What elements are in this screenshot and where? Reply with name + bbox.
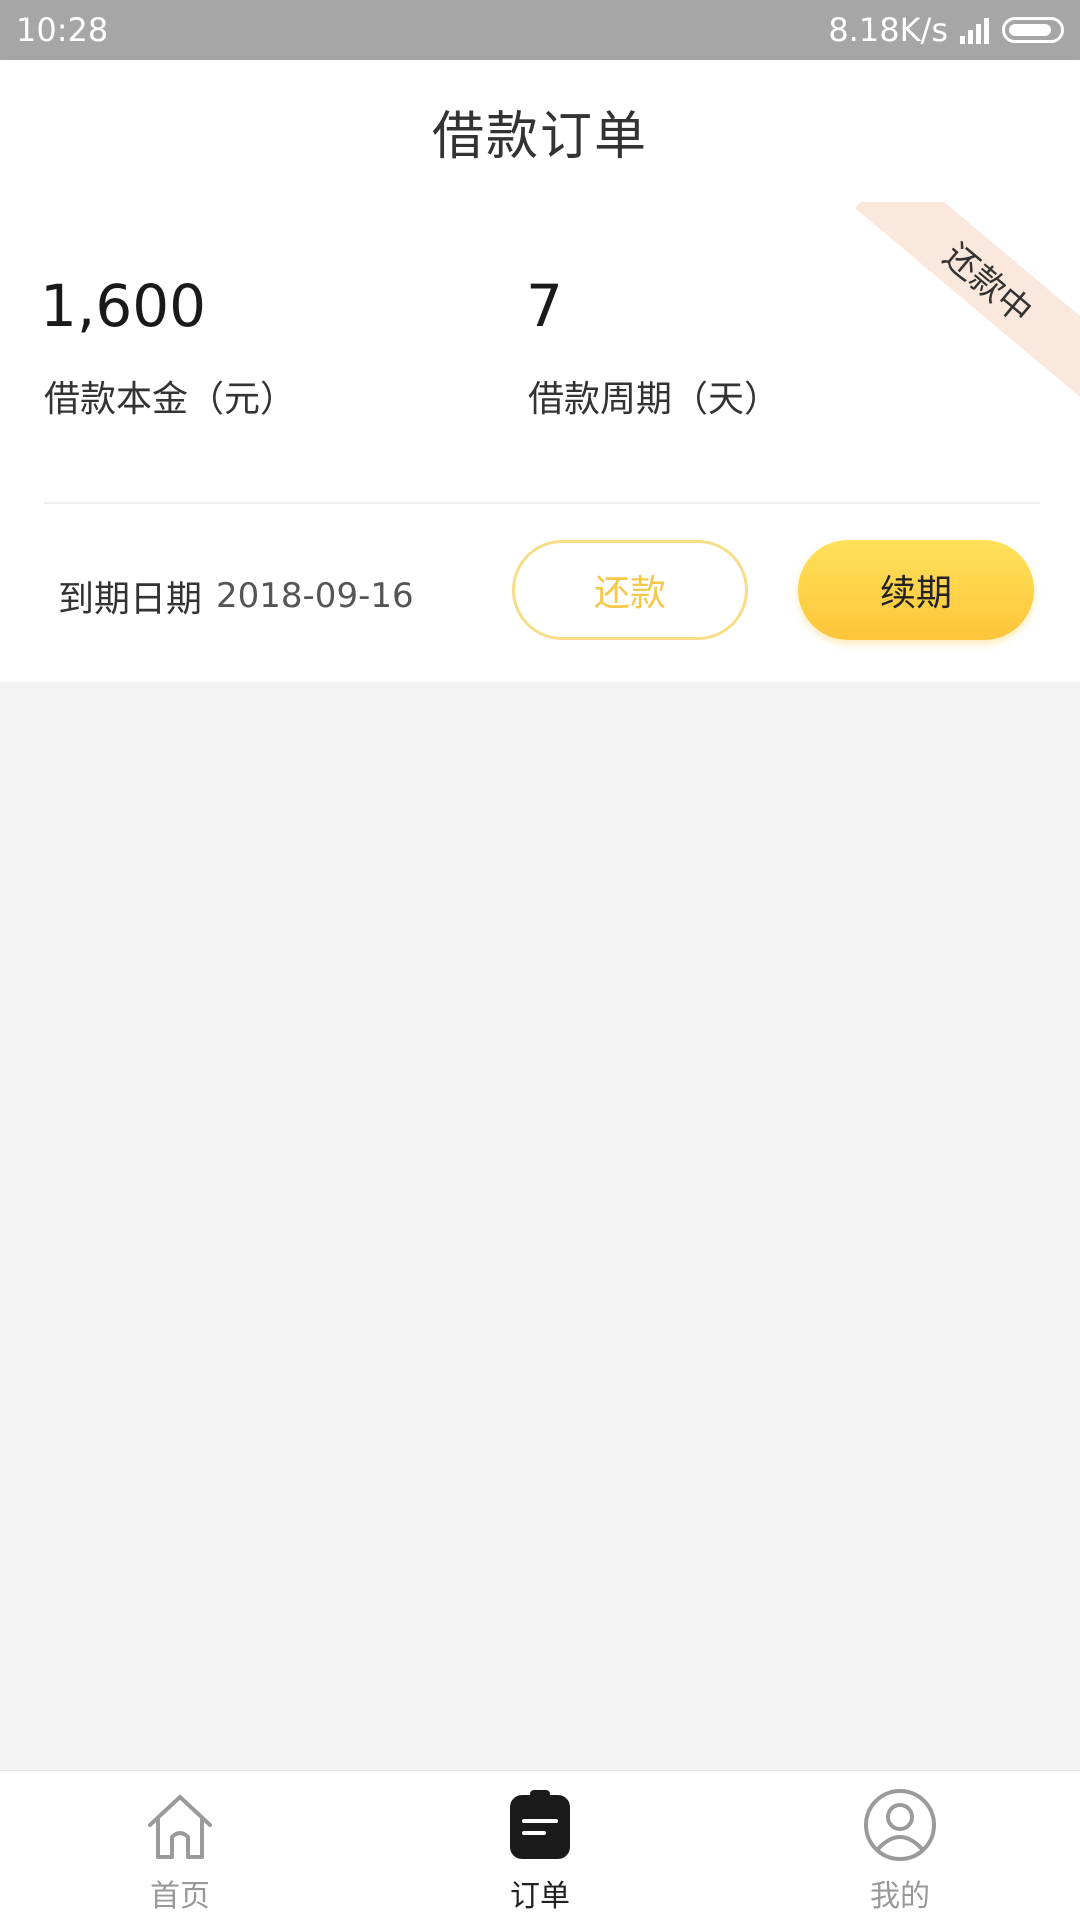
status-bar: 10:28 8.18K/s — [0, 0, 1080, 60]
status-badge-label: 还款中 — [935, 235, 1040, 332]
page-header: 借款订单 — [0, 60, 1080, 202]
due-date-row: 到期日期 2018-09-16 — [58, 570, 414, 622]
order-clipboard-icon — [510, 1790, 570, 1859]
network-speed: 8.18K/s — [828, 11, 948, 49]
divider — [44, 502, 1040, 504]
tab-orders[interactable]: 订单 — [440, 1771, 640, 1921]
repay-button[interactable]: 还款 — [512, 540, 748, 640]
battery-icon — [1002, 17, 1064, 43]
order-card: 还款中 1,600 借款本金（元） 7 借款周期（天） 到期日期 2018-09… — [0, 202, 1080, 682]
home-icon — [148, 1795, 212, 1859]
due-date-value: 2018-09-16 — [216, 576, 414, 616]
renew-button[interactable]: 续期 — [798, 540, 1034, 640]
signal-icon — [960, 18, 989, 44]
profile-icon — [864, 1789, 936, 1861]
tab-profile[interactable]: 我的 — [800, 1771, 1000, 1921]
bottom-tab-bar: 首页 订单 我的 — [0, 1770, 1080, 1921]
status-right: 8.18K/s — [828, 10, 1064, 50]
status-time: 10:28 — [16, 11, 109, 49]
principal-value: 1,600 — [40, 272, 207, 340]
principal-label: 借款本金（元） — [44, 379, 297, 420]
period-value: 7 — [526, 272, 563, 340]
status-badge: 还款中 — [855, 202, 1080, 402]
tab-home-label: 首页 — [150, 1879, 210, 1914]
due-date-label: 到期日期 — [58, 579, 203, 620]
tab-home[interactable]: 首页 — [80, 1771, 280, 1921]
period-label: 借款周期（天） — [528, 379, 781, 420]
page-title: 借款订单 — [431, 106, 648, 167]
tab-orders-label: 订单 — [510, 1879, 570, 1914]
tab-profile-label: 我的 — [870, 1879, 930, 1914]
